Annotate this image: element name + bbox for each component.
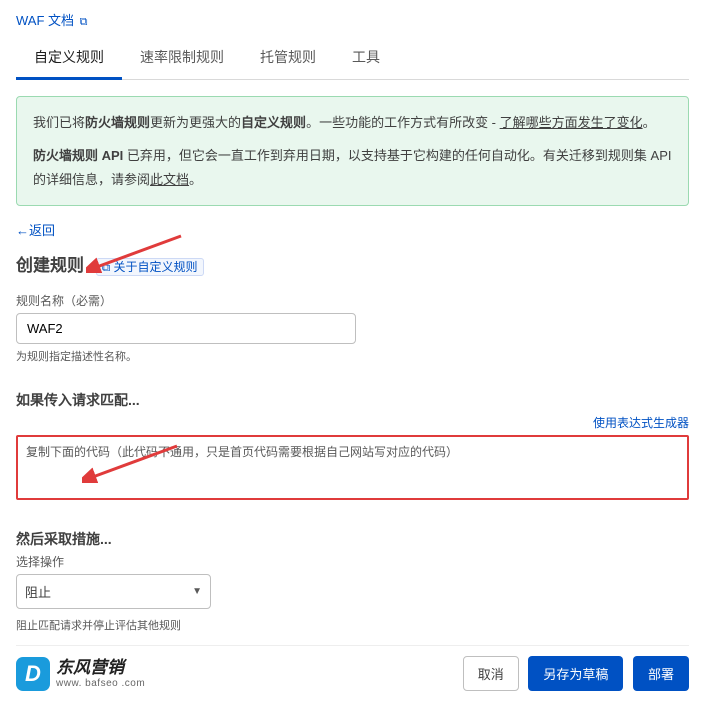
deploy-button[interactable]: 部署 — [633, 656, 689, 691]
external-link-icon: ⧉ — [80, 16, 88, 29]
back-link[interactable]: ←返回 — [16, 223, 55, 238]
about-custom-rules-link[interactable]: ⧉ 关于自定义规则 — [96, 258, 204, 276]
expression-textarea[interactable] — [16, 435, 689, 500]
link-text: WAF 文档 — [16, 13, 74, 28]
page-title: 创建规则 — [16, 251, 84, 276]
save-draft-button[interactable]: 另存为草稿 — [528, 656, 623, 691]
tab-tools[interactable]: 工具 — [334, 37, 398, 79]
alert-changes-link[interactable]: 了解哪些方面发生了变化 — [500, 115, 643, 130]
cancel-button[interactable]: 取消 — [463, 656, 519, 691]
rule-name-input[interactable] — [16, 313, 356, 344]
info-alert: 我们已将防火墙规则更新为更强大的自定义规则。一些功能的工作方式有所改变 - 了解… — [16, 96, 689, 206]
action-label: 选择操作 — [16, 553, 689, 570]
tab-rate-limit[interactable]: 速率限制规则 — [122, 37, 242, 79]
tab-managed-rules[interactable]: 托管规则 — [242, 37, 334, 79]
rule-name-help: 为规则指定描述性名称。 — [16, 348, 689, 364]
expression-builder-link[interactable]: 使用表达式生成器 — [593, 416, 689, 430]
chevron-down-icon: ▼ — [192, 586, 202, 597]
action-select[interactable]: 阻止 ▼ — [16, 574, 211, 609]
action-note: 阻止匹配请求并停止评估其他规则 — [16, 617, 689, 633]
incoming-title: 如果传入请求匹配... — [16, 390, 689, 410]
alert-docs-link[interactable]: 此文档 — [150, 172, 189, 187]
action-title: 然后采取措施... — [16, 529, 689, 549]
action-value: 阻止 — [25, 582, 51, 601]
rule-name-label: 规则名称（必需） — [16, 292, 689, 309]
tab-custom-rules[interactable]: 自定义规则 — [16, 37, 122, 80]
waf-docs-link[interactable]: WAF 文档 ⧉ — [16, 13, 88, 28]
tabs: 自定义规则 速率限制规则 托管规则 工具 — [16, 37, 689, 80]
